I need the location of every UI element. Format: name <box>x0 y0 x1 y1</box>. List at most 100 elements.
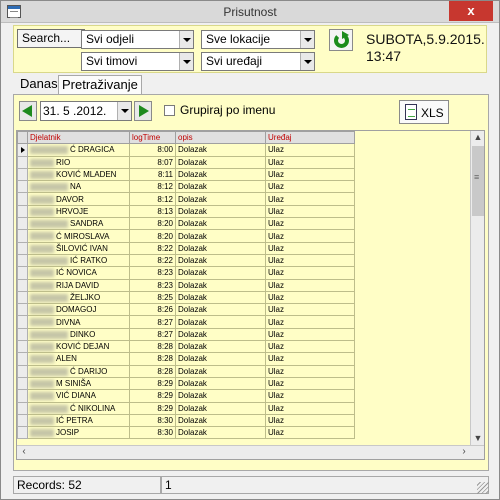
search-button[interactable]: Search... <box>17 29 85 48</box>
cell-employee[interactable]: DAVOR <box>27 192 130 206</box>
row-indicator[interactable] <box>17 303 28 317</box>
cell-logtime[interactable]: 8:28 <box>129 352 176 366</box>
table-row[interactable]: VIĆ DIANA 8:29 Dolazak Ulaz <box>17 389 355 403</box>
table-row[interactable]: M SINIŠA 8:29 Dolazak Ulaz <box>17 376 355 391</box>
row-indicator[interactable] <box>17 401 28 415</box>
row-indicator[interactable] <box>17 192 28 206</box>
cell-employee[interactable]: RIO <box>27 155 130 169</box>
cell-description[interactable]: Dolazak <box>175 303 266 317</box>
cell-logtime[interactable]: 8:27 <box>129 327 176 342</box>
cell-logtime[interactable]: 8:12 <box>129 180 176 194</box>
cell-description[interactable]: Dolazak <box>175 241 266 255</box>
cell-device[interactable]: Ulaz <box>265 229 355 243</box>
cell-description[interactable]: Dolazak <box>175 327 266 342</box>
cell-employee[interactable]: NA <box>27 180 130 194</box>
cell-description[interactable]: Dolazak <box>175 192 266 206</box>
cell-logtime[interactable]: 8:27 <box>129 315 176 329</box>
cell-employee[interactable]: DIVNA <box>27 315 130 329</box>
row-indicator[interactable] <box>17 290 28 305</box>
cell-employee[interactable]: M SINIŠA <box>27 376 130 391</box>
cell-description[interactable]: Dolazak <box>175 266 266 280</box>
cell-logtime[interactable]: 8:20 <box>129 229 176 243</box>
cell-description[interactable]: Dolazak <box>175 352 266 366</box>
row-indicator[interactable] <box>17 327 28 342</box>
cell-logtime[interactable]: 8:12 <box>129 192 176 206</box>
cell-device[interactable]: Ulaz <box>265 303 355 317</box>
cell-employee[interactable]: VIĆ DIANA <box>27 389 130 403</box>
row-indicator[interactable] <box>17 253 28 268</box>
cell-logtime[interactable]: 8:07 <box>129 155 176 169</box>
cell-description[interactable]: Dolazak <box>175 229 266 243</box>
cell-employee[interactable]: Ć MIROSLAVA <box>27 229 130 243</box>
row-indicator[interactable] <box>17 241 28 255</box>
cell-description[interactable]: Dolazak <box>175 278 266 292</box>
row-indicator[interactable] <box>17 143 28 157</box>
cell-device[interactable]: Ulaz <box>265 352 355 366</box>
cell-device[interactable]: Ulaz <box>265 413 355 428</box>
table-row[interactable]: DINKO 8:27 Dolazak Ulaz <box>17 327 355 342</box>
row-indicator[interactable] <box>17 229 28 243</box>
table-row[interactable]: DIVNA 8:27 Dolazak Ulaz <box>17 315 355 329</box>
row-indicator[interactable] <box>17 167 28 182</box>
device-select[interactable]: Svi uređaji <box>201 52 315 71</box>
row-indicator[interactable] <box>17 315 28 329</box>
cell-logtime[interactable]: 8:30 <box>129 426 176 440</box>
cell-description[interactable]: Dolazak <box>175 167 266 182</box>
cell-logtime[interactable]: 8:22 <box>129 241 176 255</box>
table-row[interactable]: KOVIĆ MLADEN 8:11 Dolazak Ulaz <box>17 167 355 182</box>
column-header-employee[interactable]: Djelatnik <box>27 131 130 145</box>
table-row[interactable]: Ć DRAGICA 8:00 Dolazak Ulaz <box>17 143 355 157</box>
cell-description[interactable]: Dolazak <box>175 426 266 440</box>
table-row[interactable]: DAVOR 8:12 Dolazak Ulaz <box>17 192 355 206</box>
row-indicator[interactable] <box>17 217 28 231</box>
team-select[interactable]: Svi timovi <box>81 52 194 71</box>
cell-employee[interactable]: DOMAGOJ <box>27 303 130 317</box>
cell-logtime[interactable]: 8:22 <box>129 253 176 268</box>
row-indicator[interactable] <box>17 340 28 354</box>
cell-employee[interactable]: IĆ NOVICA <box>27 266 130 280</box>
table-row[interactable]: HRVOJE 8:13 Dolazak Ulaz <box>17 204 355 219</box>
row-indicator[interactable] <box>17 426 28 440</box>
cell-description[interactable]: Dolazak <box>175 290 266 305</box>
row-indicator[interactable] <box>17 376 28 391</box>
location-select[interactable]: Sve lokacije <box>201 30 315 49</box>
row-indicator[interactable] <box>17 180 28 194</box>
table-row[interactable]: Ć NIKOLINA 8:29 Dolazak Ulaz <box>17 401 355 415</box>
cell-device[interactable]: Ulaz <box>265 155 355 169</box>
cell-logtime[interactable]: 8:25 <box>129 290 176 305</box>
cell-employee[interactable]: Ć DRAGICA <box>27 143 130 157</box>
column-header-description[interactable]: opis <box>175 131 266 145</box>
table-row[interactable]: IĆ NOVICA 8:23 Dolazak Ulaz <box>17 266 355 280</box>
title-bar[interactable]: Prisutnost x <box>1 1 499 23</box>
cell-employee[interactable]: DINKO <box>27 327 130 342</box>
refresh-button[interactable] <box>329 29 353 51</box>
department-select[interactable]: Svi odjeli <box>81 30 194 49</box>
column-header-device[interactable]: Uređaj <box>265 131 355 145</box>
cell-employee[interactable]: ŠILOVIĆ IVAN <box>27 241 130 255</box>
cell-employee[interactable]: HRVOJE <box>27 204 130 219</box>
cell-description[interactable]: Dolazak <box>175 180 266 194</box>
cell-description[interactable]: Dolazak <box>175 253 266 268</box>
cell-description[interactable]: Dolazak <box>175 217 266 231</box>
row-indicator[interactable] <box>17 204 28 219</box>
cell-employee[interactable]: JOSIP <box>27 426 130 440</box>
cell-employee[interactable]: IĆ PETRA <box>27 413 130 428</box>
table-row[interactable]: IĆ RATKO 8:22 Dolazak Ulaz <box>17 253 355 268</box>
cell-employee[interactable]: IĆ RATKO <box>27 253 130 268</box>
table-row[interactable]: SANDRA 8:20 Dolazak Ulaz <box>17 217 355 231</box>
cell-description[interactable]: Dolazak <box>175 155 266 169</box>
cell-employee[interactable]: ŽELJKO <box>27 290 130 305</box>
cell-description[interactable]: Dolazak <box>175 204 266 219</box>
next-day-button[interactable] <box>134 101 152 121</box>
resize-grip-icon[interactable] <box>477 482 489 494</box>
row-indicator[interactable] <box>17 352 28 366</box>
scroll-right-icon[interactable]: › <box>457 446 471 459</box>
cell-description[interactable]: Dolazak <box>175 364 266 378</box>
cell-device[interactable]: Ulaz <box>265 266 355 280</box>
cell-device[interactable]: Ulaz <box>265 327 355 342</box>
cell-logtime[interactable]: 8:00 <box>129 143 176 157</box>
cell-logtime[interactable]: 8:29 <box>129 389 176 403</box>
table-row[interactable]: JOSIP 8:30 Dolazak Ulaz <box>17 426 355 440</box>
row-indicator[interactable] <box>17 413 28 428</box>
cell-device[interactable]: Ulaz <box>265 192 355 206</box>
